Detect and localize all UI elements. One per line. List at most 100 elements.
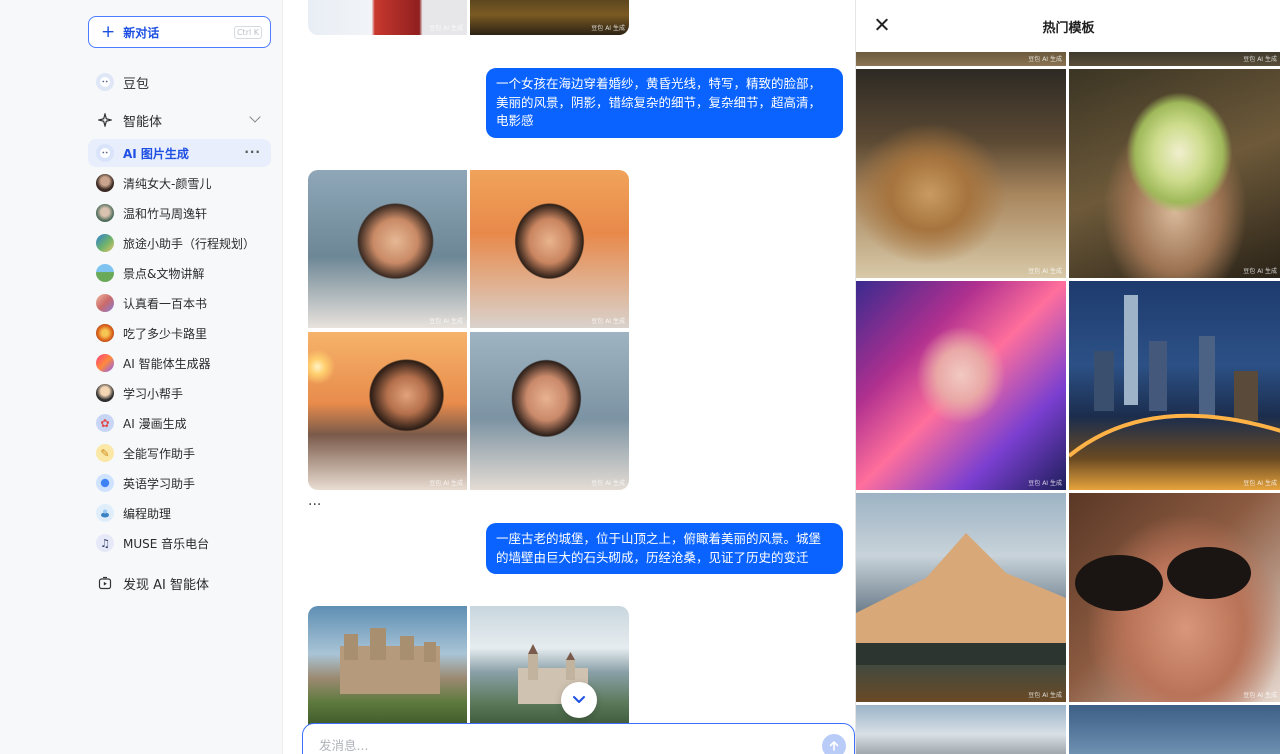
sidebar-item-agent[interactable]: 英语学习助手 [88, 469, 271, 497]
sidebar-item-label: 英语学习助手 [123, 476, 196, 491]
watermark: 豆包 AI 生成 [429, 480, 463, 487]
chevron-down-icon [573, 696, 585, 703]
books-avatar-icon [96, 294, 114, 312]
sidebar-item-label: 智能体 [123, 114, 163, 130]
sidebar-item-label: 景点&文物讲解 [123, 266, 205, 281]
watermark: 豆包 AI 生成 [1028, 268, 1062, 275]
castle-illustration [340, 628, 440, 694]
watermark: 豆包 AI 生成 [591, 318, 625, 325]
watermark: 豆包 AI 生成 [1243, 692, 1277, 699]
sidebar-item-agent[interactable]: AI 智能体生成器 [88, 349, 271, 377]
watermark: 豆包 AI 生成 [1028, 480, 1062, 487]
sidebar-item-label: AI 图片生成 [123, 146, 189, 161]
sidebar-item-label: 全能写作助手 [123, 446, 196, 461]
avatar-icon [96, 174, 114, 192]
sidebar-item-discover[interactable]: 发现 AI 智能体 [88, 569, 271, 597]
template-card[interactable]: 豆包 AI 生成 [856, 69, 1066, 278]
send-button[interactable] [822, 734, 846, 754]
chat-area: 豆包 AI 生成 豆包 AI 生成 一个女孩在海边穿着婚纱，黄昏光线，特写，精致… [284, 0, 855, 754]
template-card[interactable] [856, 705, 1066, 754]
watermark: 豆包 AI 生成 [591, 480, 625, 487]
template-card[interactable] [1069, 705, 1280, 754]
generated-image[interactable]: 豆包 AI 生成 [308, 332, 467, 490]
more-options-icon[interactable]: ··· [244, 145, 261, 159]
sidebar-item-agent[interactable]: 认真看一百本书 [88, 289, 271, 317]
english-avatar-icon [96, 474, 114, 492]
template-card[interactable]: 豆包 AI 生成 [856, 281, 1066, 490]
scroll-to-bottom-button[interactable] [561, 682, 597, 718]
pencil-avatar-icon: ✎ [96, 444, 114, 462]
chevron-down-icon[interactable] [249, 111, 261, 123]
agent-builder-avatar-icon [96, 354, 114, 372]
sparkle-icon [96, 111, 114, 129]
sidebar-item-agent[interactable]: 编程助理 [88, 499, 271, 527]
generated-image[interactable]: 豆包 AI 生成 [470, 170, 629, 328]
template-card[interactable]: 豆包 AI 生成 [856, 493, 1066, 702]
new-chat-label: 新对话 [123, 25, 160, 40]
sidebar-item-ai-image[interactable]: AI 图片生成 ··· [88, 139, 271, 167]
panel-title: 热门模板 [1042, 21, 1095, 36]
discover-icon [96, 574, 114, 592]
template-card[interactable]: 豆包 AI 生成 [1069, 493, 1280, 702]
sidebar-item-agent[interactable]: 温和竹马周逸轩 [88, 199, 271, 227]
landscape-avatar-icon [96, 264, 114, 282]
sidebar-item-doubao[interactable]: 豆包 [88, 68, 271, 96]
panel-header: 热门模板 [856, 0, 1280, 52]
sunglasses-illustration [1075, 547, 1251, 611]
sidebar-item-label: 认真看一百本书 [123, 296, 208, 311]
more-actions-icon[interactable]: ··· [308, 497, 321, 513]
sidebar: + 新对话 Ctrl K 豆包 智能体 AI 图片生成 ··· 清纯女大-颜雪儿… [0, 0, 283, 754]
template-card[interactable]: 豆包 AI 生成 [856, 52, 1066, 66]
ai-image-avatar-icon [96, 144, 114, 162]
mountain-illustration [856, 533, 1066, 665]
comic-avatar-icon: ✿ [96, 414, 114, 432]
sidebar-item-agent[interactable]: 旅途小助手（行程规划） [88, 229, 271, 257]
generated-image[interactable]: 豆包 AI 生成 [308, 0, 467, 35]
avatar-icon [96, 384, 114, 402]
generated-image[interactable] [470, 606, 629, 726]
sidebar-item-label: 温和竹马周逸轩 [123, 206, 208, 221]
sidebar-item-agent[interactable]: 学习小帮手 [88, 379, 271, 407]
template-card[interactable]: 豆包 AI 生成 [1069, 52, 1280, 66]
message-composer [302, 723, 855, 754]
watermark: 豆包 AI 生成 [429, 25, 463, 32]
arrow-up-icon [829, 741, 839, 751]
generated-image[interactable]: 豆包 AI 生成 [470, 0, 629, 35]
generated-image[interactable]: 豆包 AI 生成 [470, 332, 629, 490]
user-message: 一个女孩在海边穿着婚纱，黄昏光线，特写，精致的脸部，美丽的风景，阴影，错综复杂的… [486, 68, 843, 138]
sidebar-item-label: 清纯女大-颜雪儿 [123, 176, 212, 191]
message-input[interactable] [319, 738, 799, 753]
template-card[interactable]: 豆包 AI 生成 [1069, 281, 1280, 490]
doubao-avatar-icon [96, 73, 114, 91]
music-note-icon: ♫ [96, 534, 114, 552]
generated-image[interactable]: 豆包 AI 生成 [308, 170, 467, 328]
template-card[interactable]: 豆包 AI 生成 [1069, 69, 1280, 278]
avatar-icon [96, 204, 114, 222]
watermark: 豆包 AI 生成 [1028, 56, 1062, 63]
city-skyline-illustration [1069, 295, 1280, 458]
sidebar-item-label: 旅途小助手（行程规划） [123, 236, 256, 251]
sidebar-item-label: AI 智能体生成器 [123, 356, 211, 371]
sidebar-section-agents[interactable]: 智能体 [88, 106, 271, 134]
generated-image[interactable] [308, 606, 467, 726]
sidebar-item-label: 吃了多少卡路里 [123, 326, 208, 341]
watermark: 豆包 AI 生成 [591, 25, 625, 32]
watermark: 豆包 AI 生成 [1028, 692, 1062, 699]
sidebar-item-agent[interactable]: ✿ AI 漫画生成 [88, 409, 271, 437]
sidebar-item-agent[interactable]: 景点&文物讲解 [88, 259, 271, 287]
sidebar-item-agent[interactable]: ♫ MUSE 音乐电台 [88, 529, 271, 557]
new-chat-button[interactable]: + 新对话 Ctrl K [88, 16, 271, 48]
sidebar-item-label: 发现 AI 智能体 [123, 577, 209, 593]
shortcut-hint: Ctrl K [233, 26, 262, 39]
coding-avatar-icon [96, 504, 114, 522]
sidebar-item-label: 学习小帮手 [123, 386, 184, 401]
sidebar-item-agent[interactable]: 清纯女大-颜雪儿 [88, 169, 271, 197]
sidebar-item-label: 豆包 [123, 76, 150, 92]
sidebar-item-label: MUSE 音乐电台 [123, 536, 210, 551]
sidebar-item-agent[interactable]: ✎ 全能写作助手 [88, 439, 271, 467]
sidebar-item-agent[interactable]: 吃了多少卡路里 [88, 319, 271, 347]
watermark: 豆包 AI 生成 [1243, 268, 1277, 275]
app-window: + 新对话 Ctrl K 豆包 智能体 AI 图片生成 ··· 清纯女大-颜雪儿… [0, 0, 1280, 754]
watermark: 豆包 AI 生成 [429, 318, 463, 325]
sidebar-item-label: AI 漫画生成 [123, 416, 187, 431]
